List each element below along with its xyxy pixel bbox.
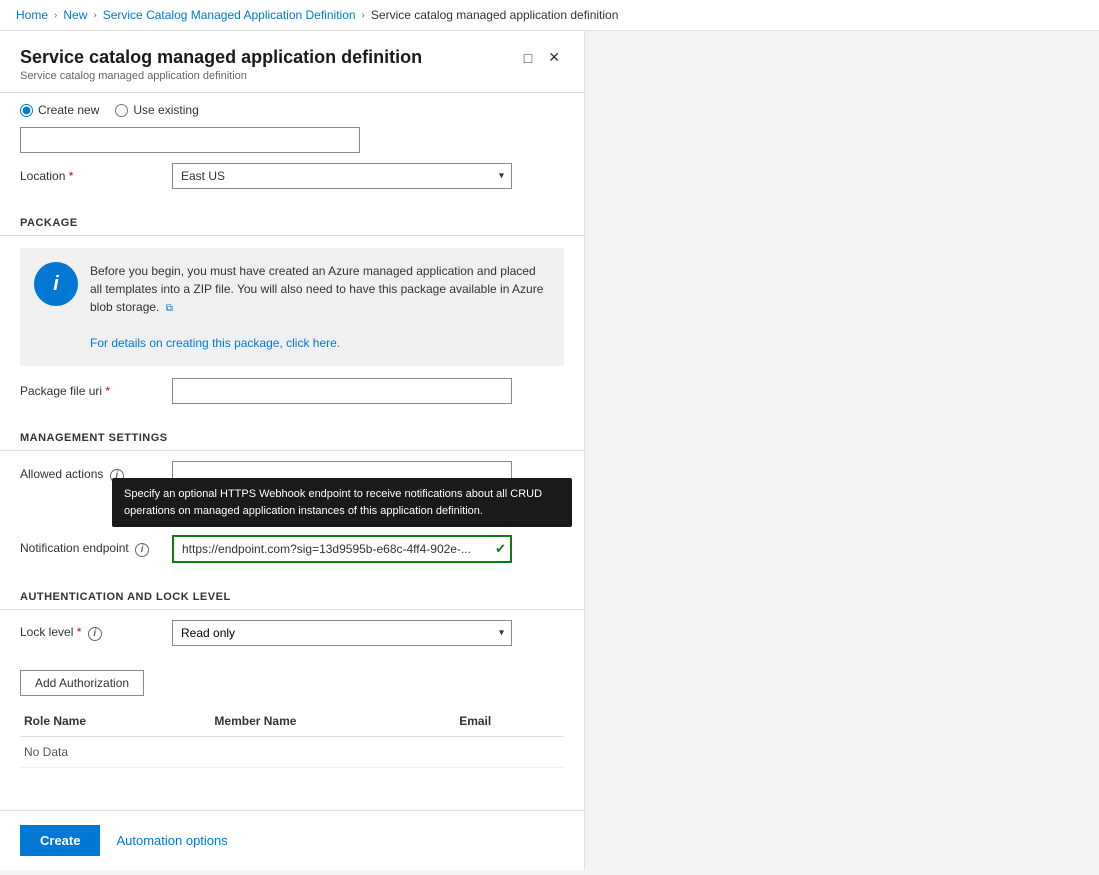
valid-check-icon: ✔ [495, 541, 506, 557]
notification-info-icon[interactable]: i [135, 543, 149, 557]
external-link-icon: ⧉ [166, 303, 173, 314]
location-label: Location * [20, 169, 160, 183]
col-email: Email [455, 706, 564, 737]
use-existing-option[interactable]: Use existing [115, 103, 198, 117]
management-section-header: MANAGEMENT SETTINGS [0, 418, 584, 451]
lock-level-select[interactable]: None CanNotDelete Read only [172, 620, 512, 646]
form-panel: Service catalog managed application defi… [0, 31, 585, 870]
panel-title: Service catalog managed application defi… [20, 47, 422, 68]
breadcrumb-sep-2: › [93, 10, 96, 21]
close-button[interactable]: ✕ [544, 47, 564, 68]
panel-subtitle: Service catalog managed application defi… [20, 70, 422, 82]
col-member-name: Member Name [210, 706, 455, 737]
package-uri-label: Package file uri * [20, 384, 160, 398]
package-uri-required: * [105, 384, 110, 398]
package-uri-input[interactable] [172, 378, 512, 404]
breadcrumb-home[interactable]: Home [16, 8, 48, 22]
col-role-name: Role Name [20, 706, 210, 737]
location-required: * [69, 169, 74, 183]
create-button[interactable]: Create [20, 825, 100, 856]
info-icon: i [34, 262, 78, 306]
automation-options-button[interactable]: Automation options [116, 833, 227, 848]
no-data-cell: No Data [20, 737, 564, 768]
create-new-label: Create new [38, 103, 99, 117]
create-new-option[interactable]: Create new [20, 103, 99, 117]
info-main-text: Before you begin, you must have created … [90, 264, 543, 314]
resource-group-input[interactable] [20, 127, 360, 153]
panel-content: Create new Use existing Location * [0, 93, 584, 810]
location-select[interactable]: East US West US West Europe East Asia [172, 163, 512, 189]
info-text: Before you begin, you must have created … [90, 262, 550, 352]
use-existing-radio[interactable] [115, 104, 128, 117]
minimize-button[interactable]: □ [520, 48, 536, 68]
breadcrumb-catalog[interactable]: Service Catalog Managed Application Defi… [103, 8, 356, 22]
create-new-radio[interactable] [20, 104, 33, 117]
lock-level-required: * [77, 625, 82, 639]
resource-group-toggle: Create new Use existing [0, 93, 584, 127]
use-existing-label: Use existing [133, 103, 198, 117]
breadcrumb: Home › New › Service Catalog Managed App… [0, 0, 1099, 31]
endpoint-wrapper: ✔ [172, 535, 512, 563]
breadcrumb-sep-1: › [54, 10, 57, 21]
allowed-actions-textarea[interactable] [172, 461, 512, 521]
allowed-actions-label: Allowed actions i [20, 461, 160, 483]
package-details-link[interactable]: For details on creating this package, cl… [90, 336, 340, 350]
panel-footer: Create Automation options [0, 810, 584, 870]
breadcrumb-sep-3: › [362, 10, 365, 21]
lock-level-info-icon: i [88, 627, 102, 641]
lock-level-select-wrapper: None CanNotDelete Read only ▾ [172, 620, 512, 646]
package-section-header: PACKAGE [0, 203, 584, 236]
info-box: i Before you begin, you must have create… [20, 248, 564, 366]
auth-table: Role Name Member Name Email No Data [20, 706, 564, 768]
add-authorization-button[interactable]: Add Authorization [20, 670, 144, 696]
notification-endpoint-label: Notification endpoint i [20, 541, 160, 557]
right-panel [585, 31, 1099, 870]
panel-header: Service catalog managed application defi… [0, 31, 584, 93]
notification-endpoint-input[interactable] [172, 535, 512, 563]
breadcrumb-new[interactable]: New [63, 8, 87, 22]
breadcrumb-current: Service catalog managed application defi… [371, 8, 619, 22]
auth-section-header: AUTHENTICATION AND LOCK LEVEL [0, 577, 584, 610]
location-select-wrapper: East US West US West Europe East Asia ▾ [172, 163, 512, 189]
auth-section: Add Authorization Role Name Member Name … [0, 660, 584, 778]
table-row: No Data [20, 737, 564, 768]
lock-level-label: Lock level * i [20, 625, 160, 641]
allowed-actions-info-icon: i [110, 469, 124, 483]
